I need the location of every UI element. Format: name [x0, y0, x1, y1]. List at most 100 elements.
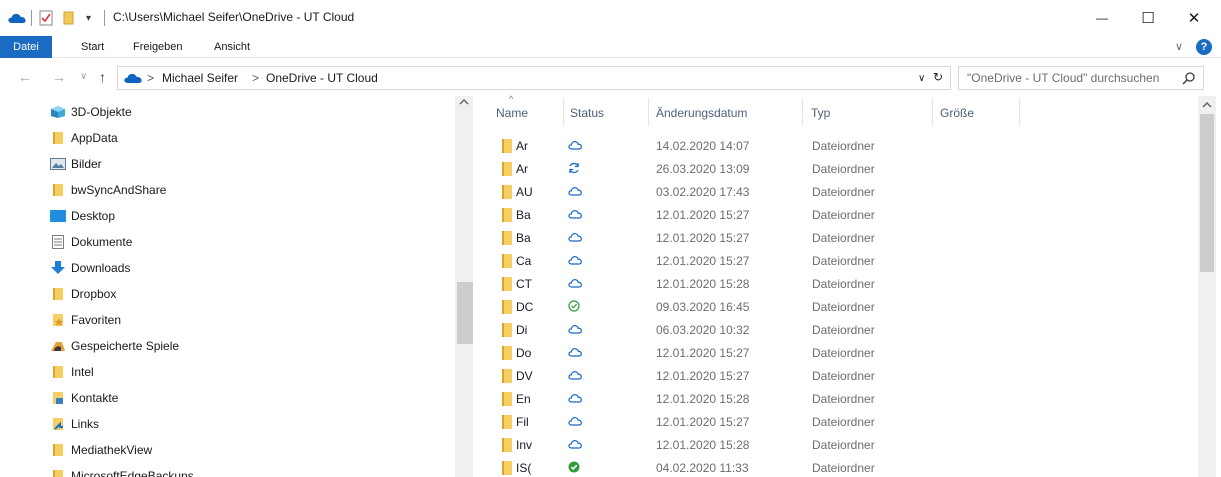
file-row[interactable]: Ar 14.02.2020 14:07 Dateiordner: [496, 134, 1196, 157]
file-row[interactable]: Ar 26.03.2020 13:09 Dateiordner: [496, 157, 1196, 180]
file-row[interactable]: Ca 12.01.2020 15:27 Dateiordner: [496, 249, 1196, 272]
nav-item-dokumente[interactable]: Dokumente: [50, 229, 132, 255]
file-name[interactable]: Ca: [516, 254, 538, 268]
file-row[interactable]: Ba 12.01.2020 15:27 Dateiordner: [496, 226, 1196, 249]
refresh-icon[interactable]: ↻: [933, 70, 943, 84]
nav-item-3d-objekte[interactable]: 3D-Objekte: [50, 99, 132, 125]
file-name[interactable]: Ba: [516, 231, 538, 245]
file-name[interactable]: IS(: [516, 461, 538, 475]
file-row[interactable]: Do 12.01.2020 15:27 Dateiordner: [496, 341, 1196, 364]
nav-item-intel[interactable]: Intel: [50, 359, 94, 385]
nav-item-bilder[interactable]: Bilder: [50, 151, 102, 177]
nav-item-appdata[interactable]: AppData: [50, 125, 118, 151]
file-name[interactable]: En: [516, 392, 538, 406]
file-name[interactable]: CT: [516, 277, 538, 291]
tab-freigeben[interactable]: Freigeben: [133, 36, 183, 58]
cloud-status-icon: [568, 231, 582, 245]
forward-button[interactable]: →: [52, 67, 66, 87]
nav-item-downloads[interactable]: Downloads: [50, 255, 130, 281]
address-dropdown-icon[interactable]: ∨: [918, 73, 925, 84]
column-header-name[interactable]: Name: [496, 106, 528, 128]
quick-access-dropdown[interactable]: ▾: [86, 9, 91, 27]
tab-start[interactable]: Start: [81, 36, 104, 58]
nav-item-bwsyncandshare[interactable]: bwSyncAndShare: [50, 177, 166, 203]
list-scroll-up-icon[interactable]: [1202, 98, 1212, 112]
file-name[interactable]: DC: [516, 300, 538, 314]
nav-item-gespeicherte-spiele[interactable]: Gespeicherte Spiele: [50, 333, 179, 359]
file-name[interactable]: Do: [516, 346, 538, 360]
column-separator[interactable]: [802, 98, 803, 126]
file-date: 04.02.2020 11:33: [656, 461, 749, 475]
file-name[interactable]: Ar: [516, 162, 538, 176]
file-name[interactable]: Ar: [516, 139, 538, 153]
onedrive-cloud-icon[interactable]: [8, 9, 26, 27]
file-row[interactable]: DC 09.03.2020 16:45 Dateiordner: [496, 295, 1196, 318]
file-row[interactable]: Ba 12.01.2020 15:27 Dateiordner: [496, 203, 1196, 226]
tab-ansicht[interactable]: Ansicht: [214, 36, 250, 58]
column-separator[interactable]: [932, 98, 933, 126]
file-name[interactable]: Di: [516, 323, 538, 337]
file-name[interactable]: Ba: [516, 208, 538, 222]
minimize-button[interactable]: —: [1079, 0, 1125, 36]
column-header-size[interactable]: Größe: [940, 106, 974, 128]
maximize-button[interactable]: ☐: [1125, 0, 1171, 36]
column-header-date[interactable]: Änderungsdatum: [656, 106, 747, 128]
file-row[interactable]: Fil 12.01.2020 15:27 Dateiordner: [496, 410, 1196, 433]
file-row[interactable]: Di 06.03.2020 10:32 Dateiordner: [496, 318, 1196, 341]
tab-datei[interactable]: Datei: [0, 36, 52, 58]
file-type: Dateiordner: [812, 323, 875, 337]
ribbon-expand-chevron-icon[interactable]: ∨: [1175, 40, 1183, 53]
file-name[interactable]: DV: [516, 369, 538, 383]
file-type: Dateiordner: [812, 277, 875, 291]
column-separator[interactable]: [1019, 98, 1020, 126]
nav-item-kontakte[interactable]: Kontakte: [50, 385, 118, 411]
downloads-icon: [50, 261, 66, 275]
file-row[interactable]: CT 12.01.2020 15:28 Dateiordner: [496, 272, 1196, 295]
file-row[interactable]: DV 12.01.2020 15:27 Dateiordner: [496, 364, 1196, 387]
address-bar[interactable]: > Michael Seifer > OneDrive - UT Cloud ∨…: [117, 66, 951, 90]
ribbon: Datei Start Freigeben Ansicht: [0, 36, 1221, 58]
file-date: 12.01.2020 15:27: [656, 415, 750, 429]
search-box[interactable]: "OneDrive - UT Cloud" durchsuchen: [958, 66, 1204, 90]
nav-label: 3D-Objekte: [71, 105, 132, 119]
cloud-status-icon: [568, 185, 582, 199]
column-header-status[interactable]: Status: [570, 106, 604, 128]
nav-item-favoriten[interactable]: Favoriten: [50, 307, 121, 333]
column-separator[interactable]: [648, 98, 649, 126]
properties-icon[interactable]: [39, 9, 53, 27]
folder-icon: [50, 287, 66, 301]
back-button[interactable]: ←: [18, 67, 32, 87]
nav-item-desktop[interactable]: Desktop: [50, 203, 115, 229]
nav-item-links[interactable]: Links: [50, 411, 99, 437]
3d-objects-icon: [50, 105, 66, 119]
column-separator[interactable]: [563, 98, 564, 126]
search-icon[interactable]: [1182, 72, 1195, 85]
nav-item-dropbox[interactable]: Dropbox: [50, 281, 116, 307]
nav-label: Dokumente: [71, 235, 133, 249]
nav-scrollbar-thumb[interactable]: [457, 282, 473, 344]
column-header-type[interactable]: Typ: [811, 106, 830, 128]
crumb-separator-icon[interactable]: >: [147, 71, 154, 85]
recent-locations-icon[interactable]: ∨: [80, 67, 87, 87]
file-row[interactable]: AU 03.02.2020 17:43 Dateiordner: [496, 180, 1196, 203]
file-name[interactable]: Inv: [516, 438, 538, 452]
crumb-onedrive-ut-cloud[interactable]: OneDrive - UT Cloud: [266, 71, 378, 85]
up-button[interactable]: ↑: [99, 67, 106, 87]
file-row[interactable]: Inv 12.01.2020 15:28 Dateiordner: [496, 433, 1196, 456]
nav-item-mediathekview[interactable]: MediathekView: [50, 437, 152, 463]
file-name[interactable]: Fil: [516, 415, 538, 429]
file-row[interactable]: IS( 04.02.2020 11:33 Dateiordner: [496, 456, 1196, 477]
file-type: Dateiordner: [812, 461, 875, 475]
crumb-separator-icon[interactable]: >: [252, 71, 259, 85]
close-button[interactable]: ✕: [1171, 0, 1217, 36]
file-name[interactable]: AU: [516, 185, 538, 199]
nav-item-microsoftedgebackups[interactable]: MicrosoftEdgeBackups: [50, 463, 194, 477]
onedrive-location-icon: [124, 73, 142, 83]
file-list-scrollbar-thumb[interactable]: [1200, 114, 1214, 272]
crumb-michael-seifer[interactable]: Michael Seifer: [162, 71, 238, 85]
new-folder-icon[interactable]: [61, 9, 75, 27]
help-icon[interactable]: ?: [1196, 39, 1212, 55]
search-input[interactable]: "OneDrive - UT Cloud" durchsuchen: [967, 71, 1159, 85]
file-row[interactable]: En 12.01.2020 15:28 Dateiordner: [496, 387, 1196, 410]
nav-scroll-up-icon[interactable]: [459, 98, 469, 109]
